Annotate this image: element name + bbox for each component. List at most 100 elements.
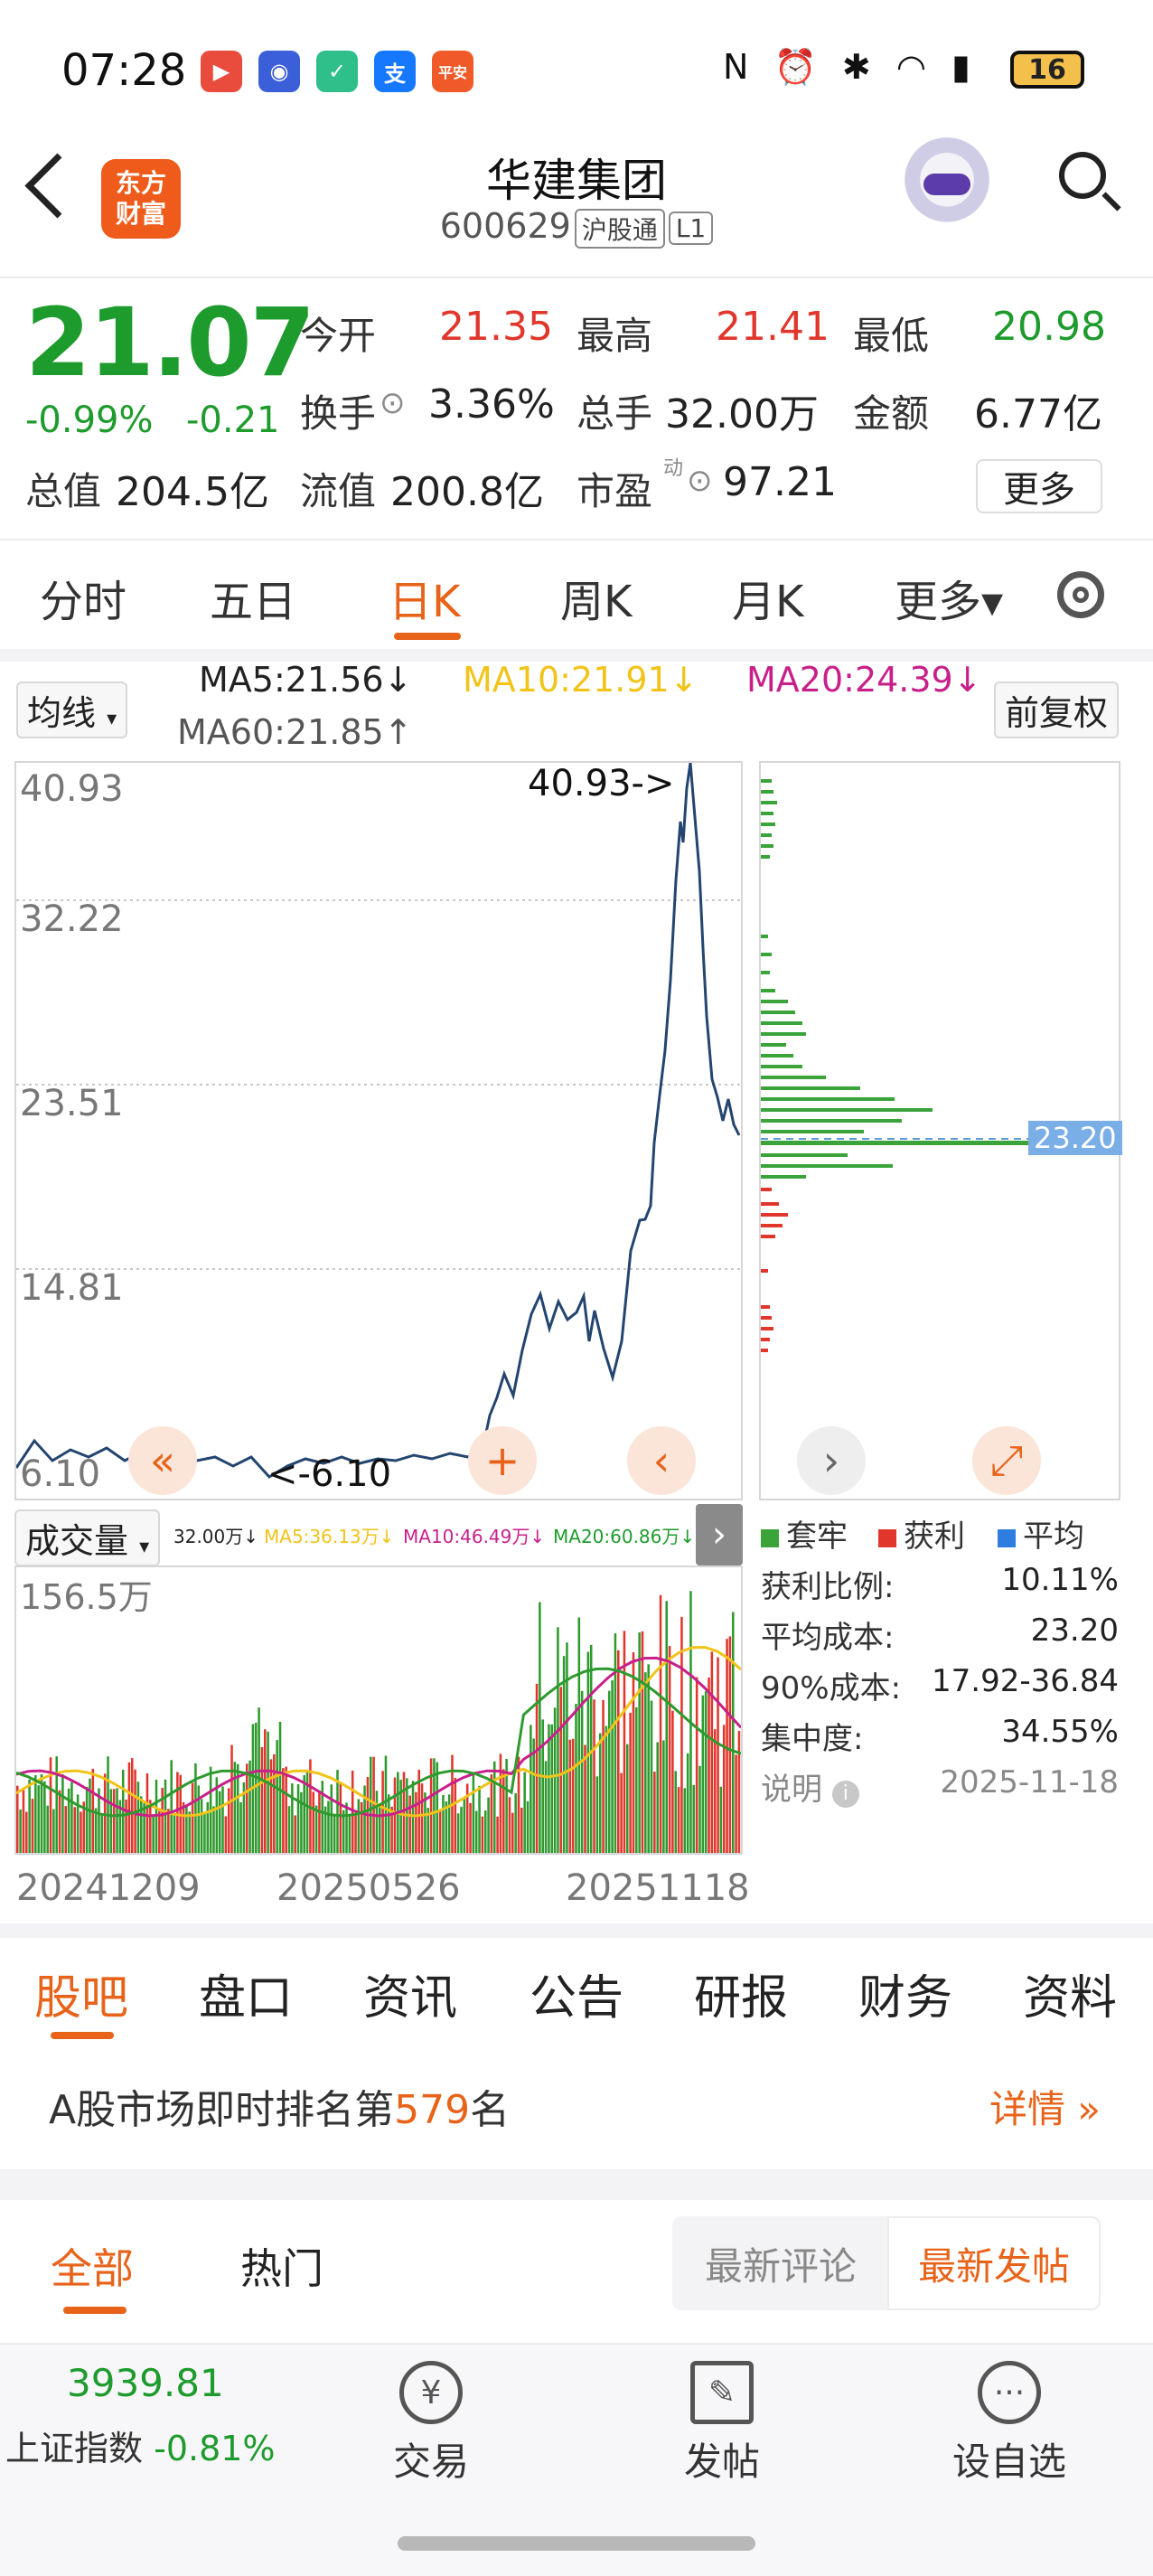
latest-comments-toggle[interactable]: 最新评论 [672, 2216, 889, 2310]
more-dots-icon[interactable]: ··· [978, 2361, 1041, 2424]
volume-bar [294, 1815, 296, 1853]
tab-all[interactable]: 全部 [51, 2236, 134, 2296]
nav-post[interactable]: 发帖 [654, 2431, 790, 2487]
volume-bar [145, 1772, 149, 1853]
tab-research[interactable]: 研报 [694, 1960, 788, 2027]
tab-daily-k[interactable]: 日K [389, 566, 460, 629]
yen-trade-icon[interactable]: ¥ [399, 2361, 463, 2424]
volume-bar [496, 1816, 499, 1853]
back-icon[interactable] [24, 153, 90, 219]
volume-bar [345, 1802, 348, 1853]
volume-bar [233, 1762, 237, 1853]
volume-bar [357, 1799, 361, 1853]
volume-bar [541, 1719, 544, 1853]
low-value: 20.98 [992, 304, 1106, 350]
tab-announcements[interactable]: 公告 [530, 1960, 623, 2027]
volume-bar [152, 1816, 155, 1853]
volume-ma5: MA5:36.13万↓ [264, 1526, 395, 1547]
ma5-value: MA5:21.56↓ [199, 660, 413, 700]
volume-bar [305, 1770, 309, 1853]
volume-selector[interactable]: 成交量 ▾ [14, 1509, 161, 1566]
chip-distribution-chart[interactable]: 23.20 › ⤢ [759, 761, 1122, 1500]
home-indicator[interactable] [398, 2536, 755, 2551]
volume-bar [25, 1811, 28, 1853]
notification-pingan-icon: 平安 [432, 51, 473, 92]
volume-bar [692, 1784, 696, 1853]
chevron-right-icon[interactable]: › [797, 1426, 866, 1495]
ma60-value: MA60:21.85↑ [177, 712, 413, 752]
tab-monthly-k[interactable]: 月K [732, 566, 803, 629]
notification-video-icon: ▶ [201, 51, 242, 92]
nav-trade[interactable]: 交易 [365, 2431, 497, 2487]
volume-bar [708, 1677, 710, 1853]
volume-bar [726, 1639, 728, 1853]
info-dots-icon[interactable]: ⊙ [380, 385, 406, 421]
volume-bar [130, 1758, 134, 1853]
adjust-selector[interactable]: 前复权 [994, 682, 1120, 738]
volume-bar [73, 1807, 77, 1853]
system-status-icons: N ⏰ ✱ ◠ ▮ [723, 47, 978, 87]
stock-code-line: 600629 沪股通 L1 [361, 206, 792, 249]
tab-guba[interactable]: 股吧 [34, 1960, 128, 2027]
max-price-annotation: 40.93-> [528, 763, 675, 804]
more-quote-button[interactable]: 更多 [976, 459, 1102, 513]
chevron-left-icon[interactable]: ‹ [627, 1426, 696, 1495]
y-label-4: 14.81 [20, 1267, 124, 1309]
volume-bar [713, 1729, 717, 1853]
tab-pankou[interactable]: 盘口 [199, 1960, 293, 2027]
tab-more[interactable]: 更多▾ [895, 566, 1003, 629]
volume-bar [641, 1631, 644, 1853]
search-icon[interactable] [1059, 152, 1106, 199]
volume-bar [469, 1802, 472, 1853]
tab-weekly-k[interactable]: 周K [560, 566, 632, 629]
nav-add-watchlist[interactable]: 设自选 [933, 2431, 1086, 2487]
open-label: 今开 [300, 314, 377, 358]
volume-bar [478, 1785, 481, 1853]
gear-icon[interactable] [1057, 571, 1104, 618]
section-gap [0, 1923, 1153, 1938]
price-chart[interactable]: 40.93 32.22 23.51 14.81 6.10 40.93-> <-6… [14, 761, 743, 1500]
crosshair-plus-icon[interactable]: + [468, 1426, 537, 1495]
latest-posts-toggle[interactable]: 最新发帖 [887, 2216, 1101, 2310]
expand-right-icon[interactable]: › [696, 1504, 743, 1565]
rewind-fast-icon[interactable]: « [128, 1426, 197, 1495]
tab-finance[interactable]: 财务 [858, 1960, 952, 2027]
volume-bar [683, 1788, 687, 1853]
profit-ratio-value: 10.11% [1001, 1562, 1119, 1598]
expand-icon[interactable]: ⤢ [972, 1426, 1041, 1495]
tab-hot[interactable]: 热门 [240, 2236, 323, 2296]
volume-today: 32.00万↓ [173, 1526, 259, 1547]
index-name[interactable]: 上证指数 -0.81% [5, 2421, 276, 2470]
ma-selector[interactable]: 均线 ▾ [16, 682, 128, 738]
note-link[interactable]: 说明 i [761, 1764, 859, 1809]
price-chart-svg [16, 763, 741, 1479]
volume-bar [508, 1797, 511, 1853]
tab-five-day[interactable]: 五日 [210, 566, 296, 629]
pe-label: 市盈 [576, 469, 653, 513]
volume-bar [188, 1811, 192, 1853]
volume-bar [273, 1753, 276, 1853]
turnover-label: 换手 [300, 391, 377, 436]
tab-profile[interactable]: 资料 [1023, 1960, 1117, 2027]
low-label: 最低 [853, 314, 930, 358]
market-rank: A股市场即时排名第579名 [49, 2087, 511, 2133]
change-percent: -0.99% [25, 400, 154, 441]
ai-assistant-avatar[interactable] [900, 137, 994, 231]
edit-post-icon[interactable]: ✎ [690, 2361, 754, 2424]
volume-bar [456, 1813, 460, 1853]
rank-detail-link[interactable]: 详情 » [989, 2079, 1101, 2134]
index-value[interactable]: 3939.81 [67, 2361, 224, 2405]
volume-chart[interactable]: 156.5万 [14, 1565, 743, 1855]
date-mid: 20250526 [277, 1867, 461, 1909]
pe-info-icon[interactable]: ⊙ [687, 463, 713, 499]
tab-news[interactable]: 资讯 [363, 1960, 457, 2027]
volume-bar [276, 1740, 278, 1853]
high-label: 最高 [576, 314, 653, 358]
profit-ratio-label: 获利比例: [761, 1569, 895, 1605]
volume-bar [436, 1762, 439, 1853]
tab-intraday[interactable]: 分时 [40, 566, 127, 629]
volume-bar [644, 1672, 647, 1853]
volume-bar [566, 1642, 568, 1853]
volume-bar [593, 1699, 595, 1853]
volume-bar [149, 1800, 152, 1853]
